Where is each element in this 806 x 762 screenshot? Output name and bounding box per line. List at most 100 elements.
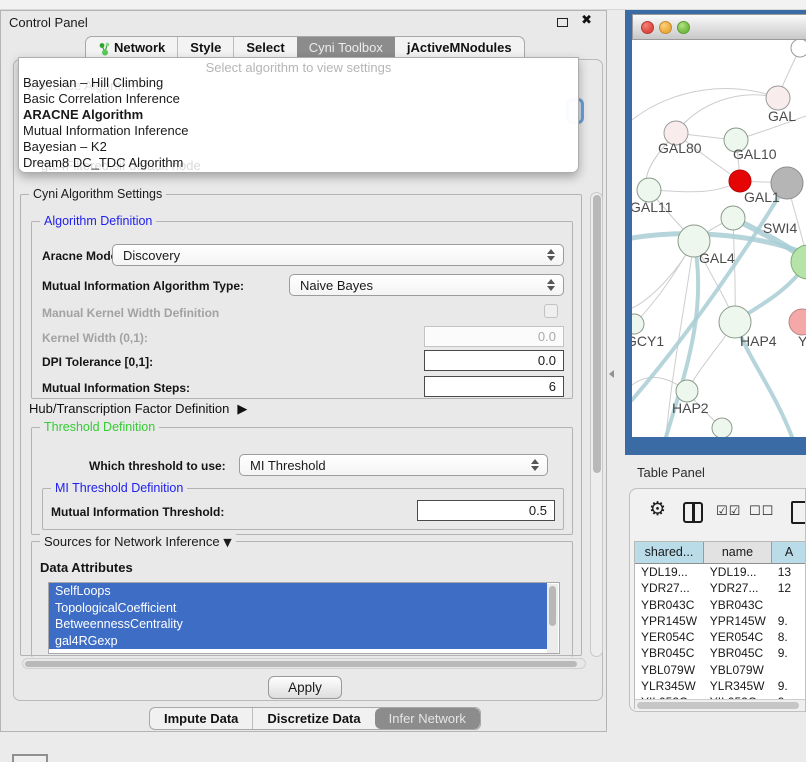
collapse-down-arrow-icon[interactable]: ▼	[223, 536, 231, 549]
table-cell: YPR145W	[704, 613, 772, 629]
network-edge[interactable]	[649, 181, 740, 192]
bottom-left-mini-button[interactable]	[12, 754, 48, 762]
network-node[interactable]	[766, 86, 790, 110]
network-node-label: HAP4	[740, 333, 777, 349]
aracne-mode-value: Discovery	[123, 248, 180, 263]
dpi-tolerance-field[interactable]: 0.0	[424, 350, 564, 371]
hub-definition-expander[interactable]: Hub/Transcription Factor Definition▶	[29, 401, 247, 417]
node-table: shared...nameAYDL19...YDL19...13YDR27...…	[634, 541, 806, 709]
tab-style[interactable]: Style	[177, 37, 233, 59]
spinner-arrows-icon	[547, 279, 556, 291]
mi-type-select[interactable]: Naive Bayes	[289, 274, 564, 296]
tab-cyni-toolbox[interactable]: Cyni Toolbox	[297, 37, 395, 59]
data-attributes-list[interactable]: SelfLoopsTopologicalCoefficientBetweenne…	[48, 582, 560, 654]
settings-vertical-scrollbar[interactable]	[590, 192, 603, 657]
tab-impute-data[interactable]: Impute Data	[150, 708, 252, 729]
kernel-width-field[interactable]: 0.0	[424, 326, 564, 347]
table-row[interactable]: YLR345WYLR345W9.	[635, 678, 806, 694]
table-header-row: shared...nameA	[635, 542, 806, 564]
list-vertical-scrollbar[interactable]	[547, 584, 558, 653]
mi-type-label: Mutual Information Algorithm Type:	[42, 279, 244, 293]
tab-network[interactable]: Network	[86, 37, 177, 59]
network-icon	[98, 42, 110, 56]
scrollbar-thumb[interactable]	[593, 195, 601, 473]
network-canvas[interactable]: GALGAL80GAL10GAL1GAL11SWI4GAL4GCY1HAP4YH…	[632, 40, 806, 437]
table-cell: YBL079W	[635, 662, 704, 678]
table-row[interactable]: YER054CYER054C8.	[635, 629, 806, 645]
network-node[interactable]	[791, 40, 806, 57]
gear-icon[interactable]: ⚙	[649, 498, 666, 520]
threshold-definition-group: Threshold Definition Which threshold to …	[31, 427, 573, 535]
attribute-list-item[interactable]: SelfLoops	[49, 583, 547, 600]
algorithm-option[interactable]: Mutual Information Inference	[19, 123, 578, 139]
table-horizontal-scrollbar[interactable]	[635, 699, 806, 710]
network-node[interactable]	[721, 206, 745, 230]
mi-steps-label: Mutual Information Steps:	[42, 381, 190, 395]
network-node[interactable]	[632, 314, 644, 334]
mi-threshold-field[interactable]: 0.5	[417, 500, 555, 521]
network-node-label: GAL1	[744, 189, 780, 205]
network-node[interactable]	[676, 380, 698, 402]
table-row[interactable]: YDL19...YDL19...13	[635, 564, 806, 580]
panel-splitter-arrow-icon[interactable]	[609, 370, 614, 378]
apply-button[interactable]: Apply	[268, 676, 342, 699]
tab-discretize-data[interactable]: Discretize Data	[252, 708, 374, 729]
table-cell: 9.	[772, 678, 806, 694]
tab-label: Network	[114, 40, 165, 55]
mi-steps-field[interactable]: 6	[424, 376, 564, 397]
network-node-label: HAP2	[672, 400, 709, 416]
spinner-arrows-icon	[531, 459, 540, 471]
table-row[interactable]: YPR145WYPR145W9.	[635, 613, 806, 629]
table-row[interactable]: YDR27...YDR27...12	[635, 580, 806, 596]
network-node-label: GCY1	[632, 333, 664, 349]
tab-infer-network[interactable]: Infer Network	[375, 708, 480, 729]
attribute-list-item[interactable]: TopologicalCoefficient	[49, 600, 547, 617]
network-edge[interactable]	[632, 89, 778, 120]
sources-group: Sources for Network Inference ▼ Data Att…	[31, 541, 573, 657]
table-cell: YBR043C	[635, 597, 704, 613]
columns-icon[interactable]	[683, 502, 703, 523]
table-row[interactable]: YBL079WYBL079W	[635, 662, 806, 678]
attribute-list-item[interactable]: BetweennessCentrality	[49, 616, 547, 633]
column-header[interactable]: shared...	[635, 542, 704, 563]
scrollbar-thumb[interactable]	[25, 661, 577, 668]
algorithm-option[interactable]: ARACNE Algorithm	[19, 107, 578, 123]
data-attributes-label: Data Attributes	[40, 560, 133, 575]
scrollbar-thumb[interactable]	[549, 586, 556, 626]
scrollbar-thumb[interactable]	[637, 702, 799, 709]
select-all-checkboxes-icon[interactable]: ☑☑	[716, 504, 741, 519]
table-row[interactable]: YBR045CYBR045C9.	[635, 645, 806, 661]
zoom-traffic-light[interactable]	[677, 21, 690, 34]
aracne-mode-select[interactable]: Discovery	[112, 244, 564, 266]
close-traffic-light[interactable]	[641, 21, 654, 34]
network-view-window: GALGAL80GAL10GAL1GAL11SWI4GAL4GCY1HAP4YH…	[625, 10, 806, 455]
network-edge[interactable]	[676, 95, 778, 133]
close-icon[interactable]: ✖	[581, 13, 592, 28]
network-node[interactable]	[789, 309, 806, 335]
float-window-icon[interactable]	[557, 18, 568, 27]
algorithm-option[interactable]: Basic Correlation Inference	[19, 91, 578, 107]
tab-label: Style	[190, 40, 221, 55]
table-cell: YBR045C	[635, 645, 704, 661]
attribute-list-item[interactable]: gal4RGexp	[49, 633, 547, 650]
tab-select[interactable]: Select	[233, 37, 296, 59]
column-header[interactable]: A	[772, 542, 806, 563]
deselect-all-checkboxes-icon[interactable]: ☐☐	[749, 504, 774, 519]
cyni-algorithm-settings-group: Cyni Algorithm Settings Algorithm Defini…	[20, 194, 582, 656]
network-node[interactable]	[712, 418, 732, 437]
network-window-titlebar[interactable]	[632, 14, 806, 40]
manual-kernel-checkbox[interactable]	[544, 304, 558, 318]
table-cell: YBR045C	[704, 645, 772, 661]
which-threshold-select[interactable]: MI Threshold	[239, 454, 548, 476]
tab-jactivemnodules[interactable]: jActiveMNodules	[395, 37, 524, 59]
algorithm-option[interactable]: Bayesian – K2	[19, 139, 578, 155]
table-row[interactable]: YBR043CYBR043C	[635, 597, 806, 613]
group-title: MI Threshold Definition	[51, 481, 187, 495]
algorithm-option[interactable]: Bayesian – Hill Climbing	[19, 75, 578, 91]
tab-label: jActiveMNodules	[407, 40, 512, 55]
column-header[interactable]: name	[704, 542, 772, 563]
minimize-traffic-light[interactable]	[659, 21, 672, 34]
page-icon[interactable]	[791, 501, 806, 524]
settings-horizontal-scrollbar[interactable]	[22, 658, 586, 669]
algorithm-option[interactable]: Dream8 DC_TDC Algorithm	[19, 155, 578, 171]
